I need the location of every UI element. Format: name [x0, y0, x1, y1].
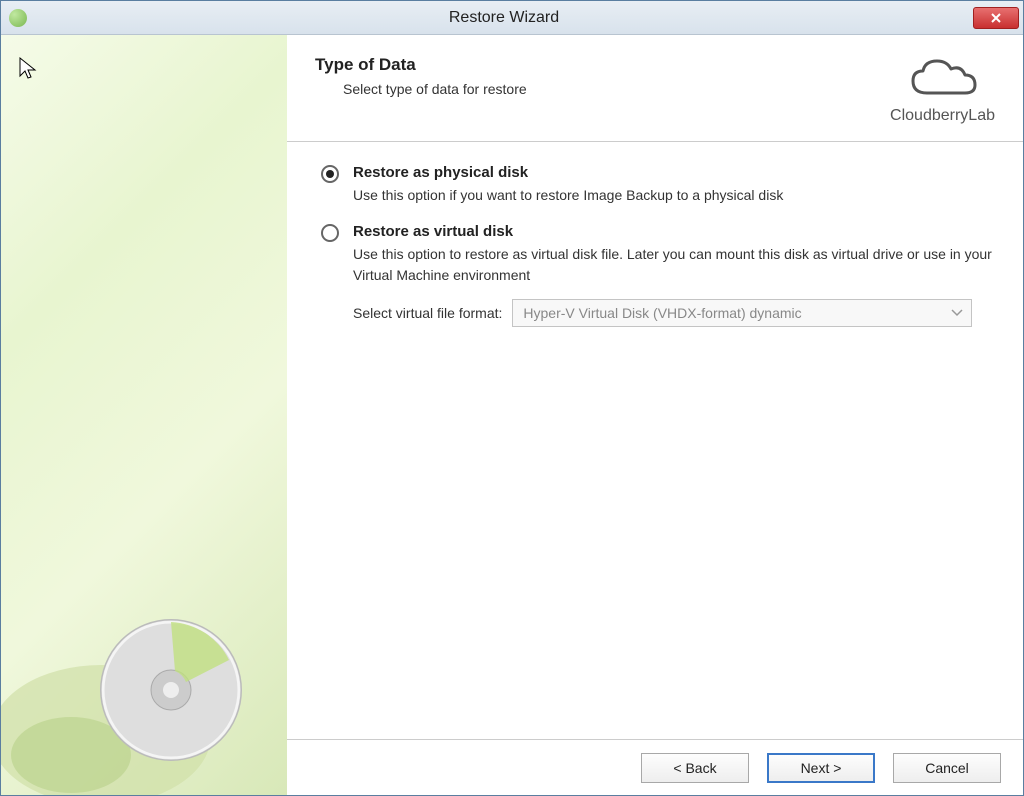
option-title-physical: Restore as physical disk: [353, 164, 993, 181]
wizard-window: Restore Wizard Type of Data: [0, 0, 1024, 796]
titlebar: Restore Wizard: [1, 1, 1023, 35]
brand: CloudberryLab: [890, 55, 995, 125]
header-text: Type of Data Select type of data for res…: [315, 55, 870, 97]
option-title-virtual: Restore as virtual disk: [353, 223, 993, 240]
radio-virtual-disk[interactable]: [321, 224, 339, 242]
close-icon: [990, 12, 1002, 24]
window-title: Restore Wizard: [35, 9, 973, 27]
wizard-content: Restore as physical disk Use this option…: [287, 142, 1023, 739]
sidebar-decoration: [1, 495, 287, 795]
radio-physical-disk[interactable]: [321, 165, 339, 183]
chevron-down-icon: [951, 309, 963, 317]
back-button[interactable]: < Back: [641, 753, 749, 783]
option-desc-physical: Use this option if you want to restore I…: [353, 185, 993, 205]
close-button[interactable]: [973, 7, 1019, 29]
wizard-header: Type of Data Select type of data for res…: [287, 35, 1023, 142]
brand-label: CloudberryLab: [890, 107, 995, 125]
format-row: Select virtual file format: Hyper-V Virt…: [353, 299, 993, 327]
window-body: Type of Data Select type of data for res…: [1, 35, 1023, 795]
wizard-sidebar: [1, 35, 287, 795]
option-body-physical: Restore as physical disk Use this option…: [353, 164, 993, 205]
page-title: Type of Data: [315, 55, 870, 75]
option-virtual-disk[interactable]: Restore as virtual disk Use this option …: [321, 223, 993, 327]
cancel-button[interactable]: Cancel: [893, 753, 1001, 783]
cloud-icon: [907, 55, 979, 105]
option-physical-disk[interactable]: Restore as physical disk Use this option…: [321, 164, 993, 205]
app-icon: [9, 9, 27, 27]
wizard-footer: < Back Next > Cancel: [287, 739, 1023, 795]
format-select[interactable]: Hyper-V Virtual Disk (VHDX-format) dynam…: [512, 299, 972, 327]
next-button[interactable]: Next >: [767, 753, 875, 783]
format-label: Select virtual file format:: [353, 305, 502, 321]
wizard-main: Type of Data Select type of data for res…: [287, 35, 1023, 795]
option-desc-virtual: Use this option to restore as virtual di…: [353, 244, 993, 285]
page-subtitle: Select type of data for restore: [343, 81, 870, 97]
option-body-virtual: Restore as virtual disk Use this option …: [353, 223, 993, 327]
format-select-value: Hyper-V Virtual Disk (VHDX-format) dynam…: [523, 305, 801, 321]
